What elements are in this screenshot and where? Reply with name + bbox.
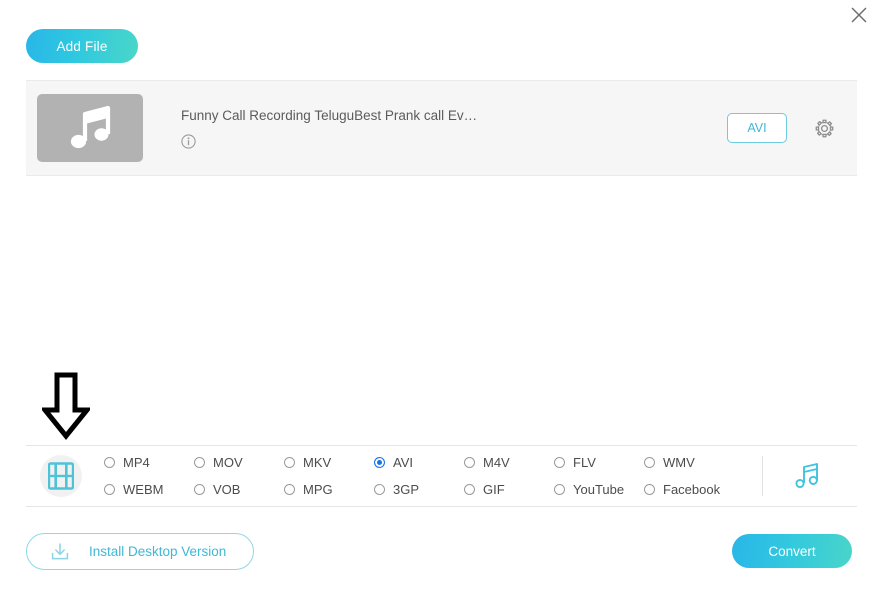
format-label: MKV [303, 455, 331, 470]
format-option-wmv[interactable]: WMV [644, 449, 734, 476]
down-arrow-icon [42, 372, 90, 440]
format-label: MOV [213, 455, 243, 470]
film-strip-icon [48, 462, 74, 490]
file-settings-button[interactable] [813, 117, 835, 139]
install-desktop-version-label: Install Desktop Version [89, 544, 226, 559]
format-label: M4V [483, 455, 510, 470]
video-formats-tab[interactable] [40, 455, 82, 497]
convert-button[interactable]: Convert [732, 534, 852, 568]
radio-gif[interactable] [464, 484, 475, 495]
format-label: WEBM [123, 482, 163, 497]
format-label: WMV [663, 455, 695, 470]
gear-icon [814, 118, 835, 139]
format-option-m4v[interactable]: M4V [464, 449, 554, 476]
file-list: Funny Call Recording TeluguBest Prank ca… [26, 80, 857, 176]
format-label: AVI [393, 455, 413, 470]
format-label: MP4 [123, 455, 150, 470]
add-file-button[interactable]: Add File [26, 29, 138, 63]
audio-formats-tab[interactable] [787, 456, 827, 496]
format-option-avi[interactable]: AVI [374, 449, 464, 476]
install-desktop-version-button[interactable]: Install Desktop Version [26, 533, 254, 570]
output-format-button[interactable]: AVI [727, 113, 787, 143]
radio-youtube[interactable] [554, 484, 565, 495]
close-button[interactable] [847, 3, 871, 27]
format-option-mkv[interactable]: MKV [284, 449, 374, 476]
radio-avi[interactable] [374, 457, 385, 468]
close-icon [850, 6, 868, 24]
format-label: FLV [573, 455, 596, 470]
format-label: GIF [483, 482, 505, 497]
radio-wmv[interactable] [644, 457, 655, 468]
format-option-youtube[interactable]: YouTube [554, 476, 644, 503]
download-icon [49, 541, 71, 563]
music-note-icon [792, 461, 822, 491]
radio-facebook[interactable] [644, 484, 655, 495]
format-label: VOB [213, 482, 240, 497]
format-options-grid: MP4 MOV MKV AVI M4V FLV WMV WEBM [104, 449, 762, 503]
radio-m4v[interactable] [464, 457, 475, 468]
radio-mov[interactable] [194, 457, 205, 468]
radio-mkv[interactable] [284, 457, 295, 468]
radio-mpg[interactable] [284, 484, 295, 495]
format-label: MPG [303, 482, 333, 497]
radio-flv[interactable] [554, 457, 565, 468]
file-title: Funny Call Recording TeluguBest Prank ca… [181, 108, 727, 123]
format-option-vob[interactable]: VOB [194, 476, 284, 503]
format-option-facebook[interactable]: Facebook [644, 476, 734, 503]
format-option-webm[interactable]: WEBM [104, 476, 194, 503]
table-row[interactable]: Funny Call Recording TeluguBest Prank ca… [26, 80, 857, 176]
format-label: YouTube [573, 482, 624, 497]
divider [762, 456, 763, 496]
file-info: Funny Call Recording TeluguBest Prank ca… [143, 108, 727, 149]
format-option-mp4[interactable]: MP4 [104, 449, 194, 476]
down-arrow-annotation [42, 372, 90, 440]
format-option-mov[interactable]: MOV [194, 449, 284, 476]
format-label: Facebook [663, 482, 720, 497]
format-option-flv[interactable]: FLV [554, 449, 644, 476]
format-selection-bar: MP4 MOV MKV AVI M4V FLV WMV WEBM [26, 445, 857, 507]
format-option-3gp[interactable]: 3GP [374, 476, 464, 503]
music-note-icon [65, 105, 115, 151]
file-thumbnail [37, 94, 143, 162]
radio-vob[interactable] [194, 484, 205, 495]
radio-3gp[interactable] [374, 484, 385, 495]
radio-webm[interactable] [104, 484, 115, 495]
radio-mp4[interactable] [104, 457, 115, 468]
format-label: 3GP [393, 482, 419, 497]
info-icon[interactable] [181, 134, 196, 149]
format-option-mpg[interactable]: MPG [284, 476, 374, 503]
format-option-gif[interactable]: GIF [464, 476, 554, 503]
